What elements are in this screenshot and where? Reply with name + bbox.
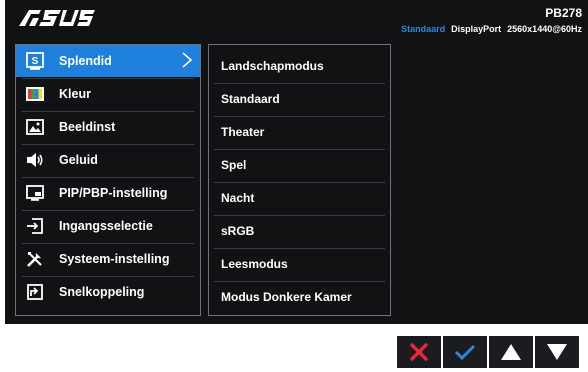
down-arrow-icon <box>547 344 567 360</box>
pip-icon <box>25 183 45 203</box>
up-arrow-icon <box>501 344 521 360</box>
menu-item-beeldinst[interactable]: Beeldinst <box>16 111 200 143</box>
menu-item-splendid[interactable]: S Splendid <box>16 45 200 77</box>
status-input: DisplayPort <box>451 24 502 34</box>
menu-item-label: Splendid <box>59 54 112 68</box>
submenu-item-srgb[interactable]: sRGB <box>209 215 390 247</box>
splendid-icon: S <box>25 51 45 71</box>
status-line: Standaard DisplayPort 2560x1440@60Hz <box>401 24 582 34</box>
close-icon <box>409 342 429 362</box>
image-icon <box>25 117 45 137</box>
submenu-item-nacht[interactable]: Nacht <box>209 182 390 214</box>
chevron-right-icon <box>182 52 192 68</box>
menu-item-kleur[interactable]: Kleur <box>16 78 200 110</box>
menu-item-label: Geluid <box>59 153 98 167</box>
menu-item-label: Kleur <box>59 87 91 101</box>
menu-item-label: Snelkoppeling <box>59 285 145 299</box>
menu-item-pip-pbp[interactable]: PIP/PBP-instelling <box>16 177 200 209</box>
menu-item-label: PIP/PBP-instelling <box>59 186 168 200</box>
main-menu: S Splendid Kleur Beeldinst Geluid PIP/PB… <box>15 44 201 316</box>
osd-key-bar <box>397 336 579 368</box>
confirm-button[interactable] <box>443 336 487 368</box>
svg-text:S: S <box>32 56 39 67</box>
menu-item-snelkoppeling[interactable]: Snelkoppeling <box>16 276 200 308</box>
asus-logo <box>19 10 95 26</box>
input-select-icon <box>25 216 45 236</box>
menu-item-label: Beeldinst <box>59 120 116 134</box>
tools-icon <box>25 249 45 269</box>
osd-menu: PB278 Standaard DisplayPort 2560x1440@60Hz… <box>5 0 588 324</box>
menu-item-geluid[interactable]: Geluid <box>16 144 200 176</box>
osd-header: PB278 Standaard DisplayPort 2560x1440@60Hz <box>5 0 588 36</box>
submenu-item-standaard[interactable]: Standaard <box>209 83 390 115</box>
sub-menu: Landschapmodus Standaard Theater Spel Na… <box>208 44 391 316</box>
menu-item-label: Systeem-instelling <box>59 252 170 266</box>
up-button[interactable] <box>489 336 533 368</box>
status-resolution: 2560x1440@60Hz <box>507 24 582 34</box>
shortcut-icon <box>25 282 45 302</box>
submenu-item-spel[interactable]: Spel <box>209 149 390 181</box>
close-button[interactable] <box>397 336 441 368</box>
menu-item-systeem-instelling[interactable]: Systeem-instelling <box>16 243 200 275</box>
submenu-item-modus-donkere-kamer[interactable]: Modus Donkere Kamer <box>209 281 390 313</box>
color-icon <box>25 84 45 104</box>
menu-item-label: Ingangsselectie <box>59 219 153 233</box>
model-name: PB278 <box>545 6 582 20</box>
down-button[interactable] <box>535 336 579 368</box>
submenu-item-landschapmodus[interactable]: Landschapmodus <box>209 50 390 82</box>
submenu-item-theater[interactable]: Theater <box>209 116 390 148</box>
menu-item-ingangsselectie[interactable]: Ingangsselectie <box>16 210 200 242</box>
check-icon <box>454 344 476 361</box>
submenu-item-leesmodus[interactable]: Leesmodus <box>209 248 390 280</box>
status-mode: Standaard <box>401 24 446 34</box>
speaker-icon <box>25 150 45 170</box>
